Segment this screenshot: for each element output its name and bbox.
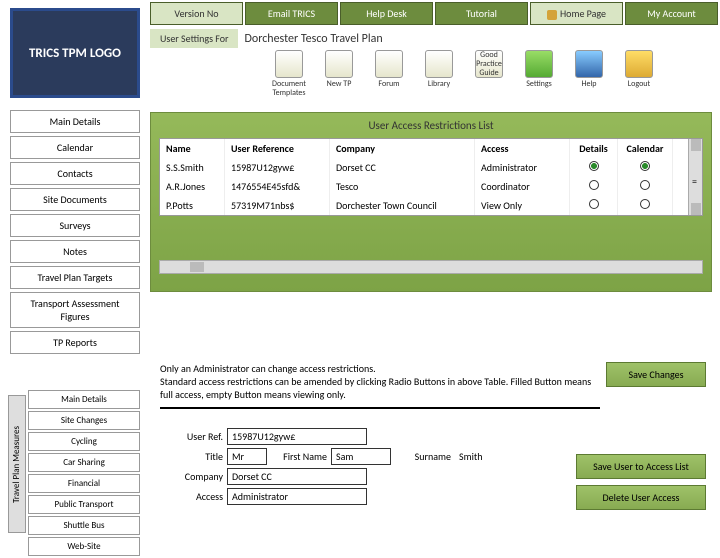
sub-header: User Settings For Dorchester Tesco Trave… (150, 29, 720, 48)
icon-bar: Document Templates New TP Forum Library … (265, 50, 720, 98)
settings-button[interactable]: Settings (515, 50, 563, 98)
sidebar: Main Details Calendar Contacts Site Docu… (10, 110, 140, 357)
sub-item[interactable]: Public Transport (28, 495, 140, 514)
logout-icon (625, 50, 653, 78)
library-icon (425, 50, 453, 78)
account-button[interactable]: My Account (625, 2, 718, 25)
forum-icon (375, 50, 403, 78)
company-input[interactable]: Dorset CC (227, 468, 367, 485)
user-form: User Ref. 15987U12gyw£ Title Mr First Na… (165, 428, 580, 508)
sub-item[interactable]: Car Sharing (28, 453, 140, 472)
table-row: A.R.Jones 1476554E45sfd& Tesco Coordinat… (160, 177, 702, 196)
sub-item[interactable]: Shuttle Bus (28, 516, 140, 535)
firstname-input[interactable]: Sam (331, 448, 391, 465)
sub-sidebar: Main Details Site Changes Cycling Car Sh… (28, 390, 140, 558)
company-label: Company (165, 470, 223, 483)
userref-input[interactable]: 15987U12gyw£ (227, 428, 367, 445)
action-buttons: Save User to Access List Delete User Acc… (576, 454, 706, 516)
new-icon (325, 50, 353, 78)
vertical-scrollbar[interactable]: = (688, 139, 702, 215)
details-radio[interactable] (589, 161, 599, 171)
panel-title: User Access Restrictions List (151, 113, 711, 138)
sub-item[interactable]: Site Changes (28, 411, 140, 430)
surname-input[interactable]: Smith (455, 449, 515, 464)
table-row: P.Potts 57319M71nbs$ Dorchester Town Cou… (160, 196, 702, 215)
sidebar-item[interactable]: Site Documents (10, 188, 140, 211)
sidebar-item[interactable]: Main Details (10, 110, 140, 133)
home-icon (547, 10, 557, 20)
gear-icon (525, 50, 553, 78)
info-text: Only an Administrator can change access … (160, 362, 600, 409)
plan-title: Dorchester Tesco Travel Plan (244, 32, 382, 46)
new-tp-button[interactable]: New TP (315, 50, 363, 98)
sidebar-item[interactable]: TP Reports (10, 331, 140, 354)
sidebar-item[interactable]: Surveys (10, 214, 140, 237)
details-radio[interactable] (589, 180, 599, 190)
title-input[interactable]: Mr (227, 448, 267, 465)
sidebar-item[interactable]: Calendar (10, 136, 140, 159)
help-icon (575, 50, 603, 78)
home-button[interactable]: Home Page (530, 2, 623, 25)
access-label: Access (165, 490, 223, 503)
sub-item[interactable]: Financial (28, 474, 140, 493)
calendar-radio[interactable] (640, 199, 650, 209)
delete-user-button[interactable]: Delete User Access (576, 485, 706, 510)
vertical-tab[interactable]: Travel Plan Measures (8, 395, 26, 533)
firstname-label: First Name (271, 450, 327, 463)
document-icon (275, 50, 303, 78)
library-button[interactable]: Library (415, 50, 463, 98)
sidebar-item[interactable]: Transport Assessment Figures (10, 292, 140, 328)
calendar-radio[interactable] (640, 180, 650, 190)
tutorial-button[interactable]: Tutorial (435, 2, 528, 25)
details-radio[interactable] (589, 199, 599, 209)
gpg-button[interactable]: Good Practice Guide (465, 50, 513, 98)
horizontal-scrollbar[interactable] (159, 260, 703, 274)
logo: TRICS TPM LOGO (10, 8, 140, 98)
table-header: Name User Reference Company Access Detai… (160, 139, 702, 158)
sidebar-item[interactable]: Travel Plan Targets (10, 266, 140, 289)
user-settings-label: User Settings For (150, 29, 238, 48)
save-user-button[interactable]: Save User to Access List (576, 454, 706, 479)
surname-label: Surname (395, 450, 451, 463)
access-panel: User Access Restrictions List Name User … (150, 112, 712, 292)
access-input[interactable]: Administrator (227, 488, 367, 505)
userref-label: User Ref. (165, 430, 223, 443)
calendar-radio[interactable] (640, 161, 650, 171)
help-button[interactable]: Help (565, 50, 613, 98)
sidebar-item[interactable]: Notes (10, 240, 140, 263)
sub-item[interactable]: Main Details (28, 390, 140, 409)
table-row: S.S.Smith 15987U12gyw£ Dorset CC Adminis… (160, 158, 702, 177)
email-button[interactable]: Email TRICS (245, 2, 338, 25)
title-label: Title (165, 450, 223, 463)
sidebar-item[interactable]: Contacts (10, 162, 140, 185)
doc-templates-button[interactable]: Document Templates (265, 50, 313, 98)
helpdesk-button[interactable]: Help Desk (340, 2, 433, 25)
access-table: Name User Reference Company Access Detai… (159, 138, 703, 216)
sub-item[interactable]: Cycling (28, 432, 140, 451)
logout-button[interactable]: Logout (615, 50, 663, 98)
save-changes-button[interactable]: Save Changes (606, 362, 706, 387)
gpg-icon: Good Practice Guide (475, 50, 503, 78)
forum-button[interactable]: Forum (365, 50, 413, 98)
version-button[interactable]: Version No (150, 2, 243, 25)
